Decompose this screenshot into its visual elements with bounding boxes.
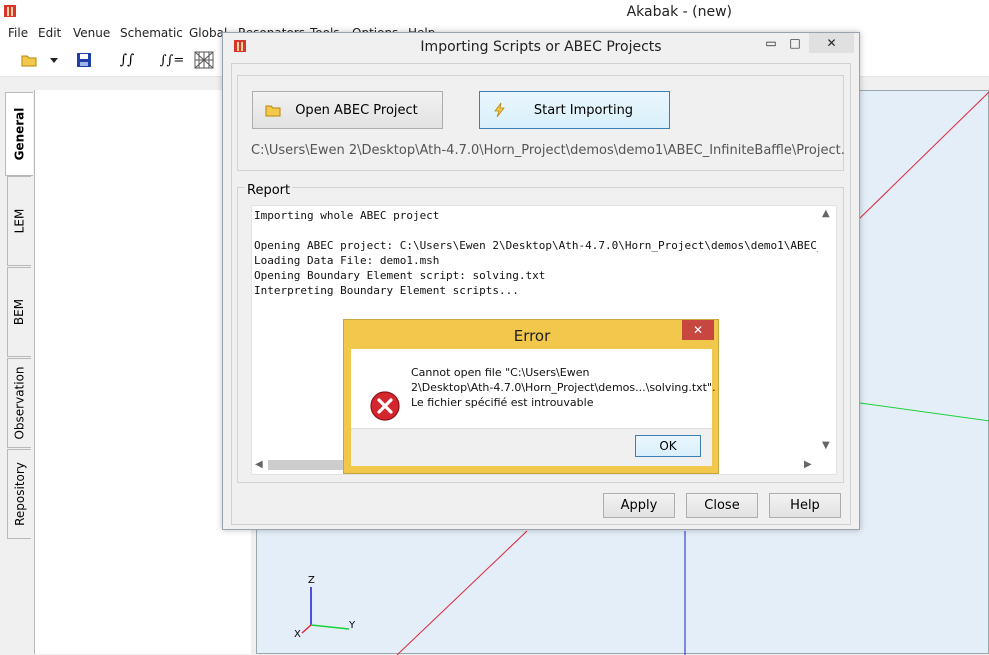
general-panel[interactable]	[34, 90, 251, 654]
scroll-right-icon[interactable]: ▶	[804, 459, 812, 470]
minimize-button[interactable]: ▭	[759, 33, 783, 53]
menu-file[interactable]: File	[8, 26, 28, 40]
tab-observation[interactable]: Observation	[7, 358, 31, 448]
scroll-down-icon[interactable]: ▼	[822, 440, 830, 451]
report-label: Report	[245, 183, 293, 198]
start-importing-label: Start Importing	[533, 102, 634, 118]
tab-repository[interactable]: Repository	[7, 449, 31, 539]
tab-observation-label: Observation	[12, 366, 27, 440]
main-titlebar: Akabak - (new)	[0, 0, 989, 24]
save-icon[interactable]	[74, 50, 94, 70]
red-line-upper	[856, 91, 989, 222]
red-line-lower	[396, 530, 528, 655]
report-line: Opening Boundary Element script: solving…	[254, 269, 546, 282]
error-close-button[interactable]: ✕	[682, 320, 714, 340]
scroll-up-icon[interactable]: ▲	[822, 208, 830, 219]
help-button[interactable]: Help	[769, 493, 841, 518]
axis-y-label: Y	[349, 620, 356, 631]
mesh-icon[interactable]	[194, 50, 214, 70]
report-line: Opening ABEC project: C:\Users\Ewen 2\De…	[254, 239, 818, 252]
start-importing-button[interactable]: Start Importing	[479, 91, 670, 129]
vertical-scrollbar[interactable]: ▲ ▼	[818, 206, 836, 456]
tab-lem-label: LEM	[12, 208, 27, 234]
report-line: Loading Data File: demo1.msh	[254, 254, 440, 267]
apply-button[interactable]: Apply	[603, 493, 675, 518]
axis-x-label: X	[294, 629, 301, 640]
ok-button[interactable]: OK	[635, 435, 701, 457]
error-dialog: Error ✕ Cannot open file "C:\Users\Ewen …	[343, 319, 719, 474]
error-message-line: Cannot open file "C:\Users\Ewen	[411, 366, 590, 379]
integral-equals-icon[interactable]: ∫∫=	[160, 50, 184, 70]
error-message-line: 2\Desktop\Ath-4.7.0\Horn_Project\demos..…	[411, 381, 716, 394]
axis-z-label: Z	[308, 575, 315, 586]
maximize-button[interactable]: □	[783, 33, 807, 53]
error-icon	[370, 391, 400, 421]
axis-x-line	[301, 624, 312, 634]
menu-edit[interactable]: Edit	[38, 26, 61, 40]
open-abec-project-label: Open ABEC Project	[295, 102, 418, 118]
integral-icon[interactable]: ∫∫	[117, 50, 137, 70]
tab-repository-label: Repository	[12, 462, 27, 526]
side-tabs: General LEM BEM Observation Repository	[0, 90, 34, 654]
tab-general-label: General	[12, 107, 27, 161]
tab-bem-label: BEM	[12, 298, 27, 326]
dropdown-arrow-icon[interactable]	[47, 50, 61, 70]
axis-y-line	[310, 624, 350, 630]
scroll-left-icon[interactable]: ◀	[255, 459, 263, 470]
error-message-line: Le fichier spécifié est introuvable	[411, 396, 594, 409]
menu-schematic[interactable]: Schematic	[120, 26, 183, 40]
import-dialog-titlebar[interactable]: Importing Scripts or ABEC Projects ▭ □ ✕	[223, 33, 859, 61]
error-dialog-title: Error	[513, 327, 551, 345]
tab-bem[interactable]: BEM	[7, 267, 31, 357]
report-line: Importing whole ABEC project	[254, 209, 440, 222]
tab-lem[interactable]: LEM	[7, 176, 31, 266]
close-button[interactable]: Close	[686, 493, 758, 518]
report-line: Interpreting Boundary Element scripts...	[254, 284, 519, 297]
project-path: C:\Users\Ewen 2\Desktop\Ath-4.7.0\Horn_P…	[251, 143, 845, 158]
green-line	[859, 402, 989, 422]
window-title: Akabak - (new)	[626, 4, 732, 20]
close-window-button[interactable]: ✕	[809, 33, 854, 53]
menu-venue[interactable]: Venue	[73, 26, 110, 40]
tab-general[interactable]: General	[5, 92, 33, 176]
open-abec-project-button[interactable]: Open ABEC Project	[252, 91, 443, 129]
open-folder-icon[interactable]	[20, 50, 40, 70]
